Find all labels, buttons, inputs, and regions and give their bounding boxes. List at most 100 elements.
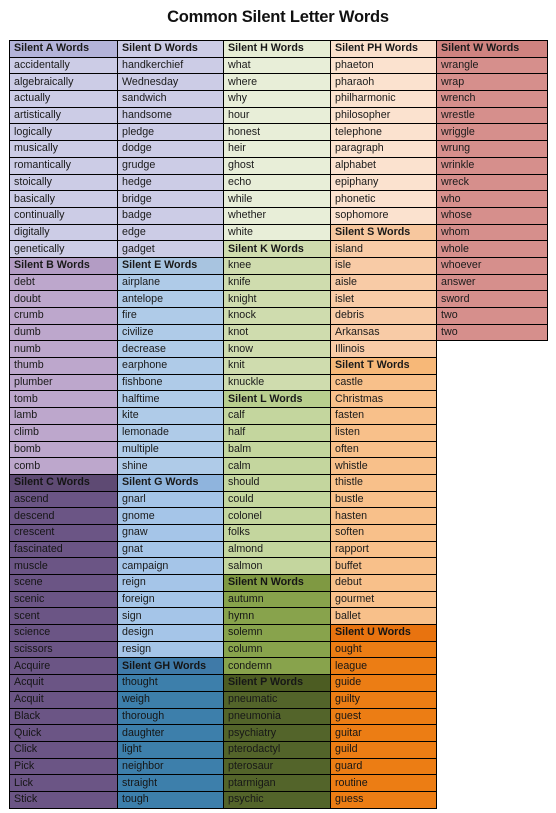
section-header-silent-k-words: Silent K Words: [223, 240, 331, 258]
word-cell: Acquit: [9, 690, 118, 709]
word-cell: honest: [223, 123, 331, 142]
table-row: musically dodge heir paragraph wrung: [9, 140, 548, 158]
word-cell: muscle: [9, 557, 118, 575]
word-cell: two: [436, 307, 548, 325]
section-header-silent-gh-words: Silent GH Words: [117, 657, 224, 676]
table-row: doubt antelope knight islet sword: [9, 290, 548, 308]
table-row: bomb multiple balm often: [9, 440, 548, 459]
word-cell: basically: [9, 190, 118, 208]
word-cell: foreign: [117, 590, 224, 609]
word-cell: reign: [117, 574, 224, 592]
word-cell: gadget: [117, 240, 224, 258]
word-cell: edge: [117, 223, 224, 242]
empty-cell: [436, 441, 548, 458]
word-cell: shine: [117, 457, 224, 475]
word-cell: whistle: [330, 457, 437, 475]
word-cell: design: [117, 624, 224, 642]
empty-cell: [436, 657, 548, 675]
word-cell: neighbor: [117, 757, 224, 776]
word-cell: Acquire: [9, 657, 118, 676]
word-cell: psychiatry: [223, 724, 331, 742]
word-cell: whether: [223, 206, 331, 225]
word-cell: knock: [223, 307, 331, 325]
word-cell: while: [223, 190, 331, 208]
word-cell: telephone: [330, 123, 437, 142]
word-cell: Lick: [9, 774, 118, 792]
word-cell: soften: [330, 523, 437, 542]
word-cell: ptarmigan: [223, 774, 331, 792]
word-cell: routine: [330, 774, 437, 792]
word-cell: phonetic: [330, 190, 437, 208]
word-cell: gnome: [117, 507, 224, 525]
word-cell: colonel: [223, 507, 331, 525]
word-cell: antelope: [117, 290, 224, 308]
word-cell: ought: [330, 640, 437, 659]
word-cell: fire: [117, 307, 224, 325]
word-cell: continually: [9, 206, 118, 225]
table-row: digitally edge white Silent S Words whom: [9, 223, 548, 242]
word-cell: resign: [117, 640, 224, 659]
word-cell: folks: [223, 523, 331, 542]
empty-cell: [436, 624, 548, 642]
word-cell: weigh: [117, 690, 224, 709]
word-cell: daughter: [117, 724, 224, 742]
word-cell: half: [223, 423, 331, 442]
word-cell: wriggle: [436, 123, 548, 142]
word-cell: earphone: [117, 357, 224, 375]
word-cell: calf: [223, 407, 331, 425]
word-cell: dumb: [9, 323, 118, 342]
word-cell: wrench: [436, 90, 548, 108]
table-body: Silent A Words Silent D Words Silent H Wor…: [9, 40, 548, 809]
word-cell: who: [436, 190, 548, 208]
word-cell: knife: [223, 273, 331, 292]
empty-cell: [436, 758, 548, 775]
table-row: Silent B Words Silent E Words knee isle whoe…: [9, 256, 548, 275]
empty-cell: [436, 374, 548, 391]
word-cell: bustle: [330, 490, 437, 509]
word-cell: guess: [330, 790, 437, 809]
table-row: Silent C Words Silent G Words should thistl…: [9, 473, 548, 492]
word-cell: multiple: [117, 440, 224, 459]
table-row: actually sandwich why philharmonic wrench: [9, 90, 548, 108]
word-cell: sword: [436, 290, 548, 308]
word-cell: islet: [330, 290, 437, 308]
word-cell: gnat: [117, 540, 224, 559]
word-cell: phaeton: [330, 56, 437, 75]
word-cell: answer: [436, 273, 548, 292]
table-row: logically pledge honest telephone wriggle: [9, 123, 548, 142]
section-header-silent-d-words: Silent D Words: [117, 40, 224, 58]
word-cell: ghost: [223, 156, 331, 175]
word-cell: rapport: [330, 540, 437, 559]
word-cell: romantically: [9, 156, 118, 175]
word-cell: science: [9, 624, 118, 642]
table-row: Acquit weigh pneumatic guilty: [9, 690, 548, 709]
word-cell: solemn: [223, 624, 331, 642]
word-cell: lamb: [9, 407, 118, 425]
section-header-silent-a-words: Silent A Words: [9, 40, 118, 58]
word-cell: Christmas: [330, 390, 437, 409]
table-row: romantically grudge ghost alphabet wrinkle: [9, 156, 548, 175]
table-row: lamb kite calf fasten: [9, 407, 548, 425]
silent-letter-table-wrapper: Silent A Words Silent D Words Silent H Wor…: [9, 40, 548, 809]
word-cell: guard: [330, 757, 437, 776]
word-cell: fishbone: [117, 373, 224, 392]
table-row: plumber fishbone knuckle castle: [9, 373, 548, 392]
word-cell: debris: [330, 307, 437, 325]
word-cell: hasten: [330, 507, 437, 525]
word-cell: philharmonic: [330, 90, 437, 108]
word-cell: gnarl: [117, 490, 224, 509]
empty-cell: [436, 708, 548, 725]
worksheet-page: Common Silent Letter Words Silent A Word…: [0, 0, 556, 813]
table-row: dumb civilize knot Arkansas two: [9, 323, 548, 342]
word-cell: digitally: [9, 223, 118, 242]
word-cell: light: [117, 740, 224, 759]
table-row: accidentally handkerchief what phaeton wrang…: [9, 56, 548, 75]
word-cell: know: [223, 340, 331, 359]
word-cell: listen: [330, 423, 437, 442]
word-cell: whose: [436, 206, 548, 225]
word-cell: wreck: [436, 173, 548, 192]
word-cell: scissors: [9, 640, 118, 659]
empty-cell: [436, 741, 548, 759]
word-cell: Stick: [9, 790, 118, 809]
word-cell: doubt: [9, 290, 118, 308]
